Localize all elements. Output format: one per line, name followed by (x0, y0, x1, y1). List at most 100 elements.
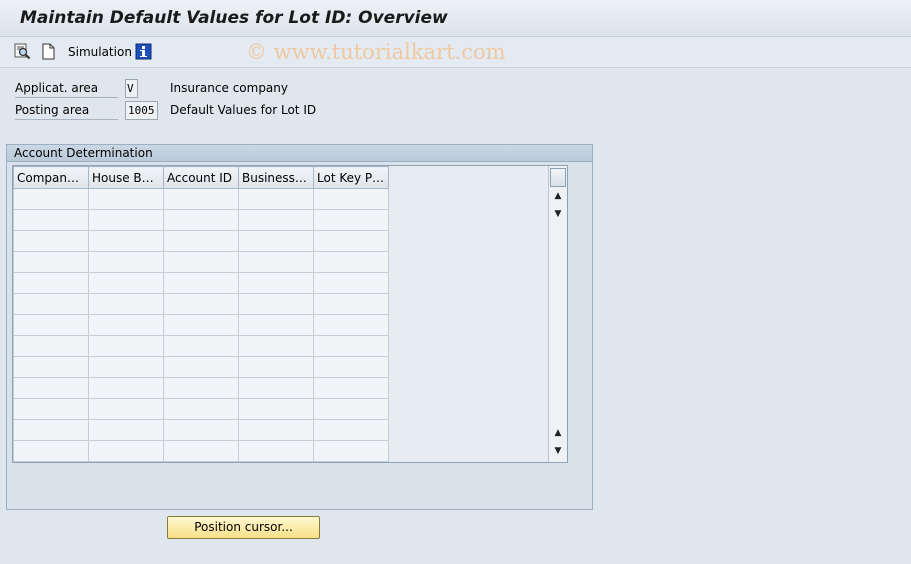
table-cell[interactable] (313, 356, 389, 378)
table-cell[interactable] (238, 209, 314, 231)
table-cell[interactable] (313, 230, 389, 252)
column-header[interactable]: House Bank (88, 166, 164, 189)
table-cell[interactable] (163, 272, 239, 294)
table-cell[interactable] (313, 440, 389, 462)
table-cell[interactable] (88, 293, 164, 315)
scroll-top-button[interactable] (550, 168, 566, 187)
table-cell[interactable] (88, 440, 164, 462)
scroll-up-arrow-icon[interactable]: ▲ (551, 190, 565, 203)
table-cell[interactable] (313, 188, 389, 210)
table-cell[interactable] (13, 398, 89, 420)
table-cell[interactable] (163, 419, 239, 441)
table-row[interactable] (13, 335, 389, 357)
table-cell[interactable] (13, 377, 89, 399)
table-cell[interactable] (13, 272, 89, 294)
table-cell[interactable] (238, 314, 314, 336)
table-cell[interactable] (238, 272, 314, 294)
table-row[interactable] (13, 377, 389, 399)
column-header[interactable]: Business T... (238, 166, 314, 189)
table-cell[interactable] (88, 230, 164, 252)
table-cell[interactable] (313, 335, 389, 357)
table-cell[interactable] (163, 314, 239, 336)
table-row[interactable] (13, 251, 389, 273)
table-row[interactable] (13, 188, 389, 210)
position-cursor-button[interactable]: Position cursor... (167, 516, 320, 539)
applicat-area-input[interactable]: V (125, 79, 138, 98)
simulation-button[interactable]: Simulation (68, 45, 132, 59)
table-cell[interactable] (163, 230, 239, 252)
posting-area-label: Posting area (15, 103, 118, 120)
table-cell[interactable] (238, 230, 314, 252)
column-header[interactable]: Account ID (163, 166, 239, 189)
table-cell[interactable] (238, 377, 314, 399)
table-row[interactable] (13, 419, 389, 441)
vertical-scrollbar[interactable]: ▲ ▼ ▲ ▼ (548, 166, 567, 462)
find-icon[interactable] (14, 43, 31, 60)
posting-area-input[interactable]: 1005 (125, 101, 158, 120)
table-cell[interactable] (163, 377, 239, 399)
table-cell[interactable] (163, 356, 239, 378)
table-cell[interactable] (238, 335, 314, 357)
table-cell[interactable] (88, 335, 164, 357)
table-cell[interactable] (13, 230, 89, 252)
table-cell[interactable] (13, 251, 89, 273)
new-document-icon[interactable] (40, 43, 57, 60)
table-cell[interactable] (163, 188, 239, 210)
table-cell[interactable] (313, 314, 389, 336)
table-row[interactable] (13, 398, 389, 420)
table-cell[interactable] (163, 293, 239, 315)
table-cell[interactable] (238, 251, 314, 273)
table-cell[interactable] (13, 293, 89, 315)
table-row[interactable] (13, 293, 389, 315)
table-cell[interactable] (313, 377, 389, 399)
table-cell[interactable] (13, 440, 89, 462)
table-row[interactable] (13, 314, 389, 336)
table-cell[interactable] (238, 440, 314, 462)
table-cell[interactable] (163, 209, 239, 231)
table-cell[interactable] (13, 314, 89, 336)
table-cell[interactable] (313, 398, 389, 420)
table-cell[interactable] (88, 209, 164, 231)
table-row[interactable] (13, 356, 389, 378)
table-cell[interactable] (13, 419, 89, 441)
table-row[interactable] (13, 440, 389, 462)
table-cell[interactable] (313, 272, 389, 294)
table-cell[interactable] (13, 209, 89, 231)
table-cell[interactable] (88, 188, 164, 210)
table-row[interactable] (13, 272, 389, 294)
table-row[interactable] (13, 230, 389, 252)
table-cell[interactable] (238, 398, 314, 420)
table-cell[interactable] (88, 314, 164, 336)
table-cell[interactable] (13, 188, 89, 210)
table-cell[interactable] (313, 419, 389, 441)
table-row[interactable] (13, 209, 389, 231)
table-cell[interactable] (163, 251, 239, 273)
table-cell[interactable] (163, 440, 239, 462)
table-cell[interactable] (163, 335, 239, 357)
posting-area-description: Default Values for Lot ID (170, 103, 317, 117)
table-cell[interactable] (313, 293, 389, 315)
table-cell[interactable] (163, 398, 239, 420)
scroll-page-down-arrow-icon[interactable]: ▼ (551, 445, 565, 458)
table-cell[interactable] (238, 188, 314, 210)
scroll-down-arrow-icon[interactable]: ▼ (551, 208, 565, 221)
info-icon[interactable] (135, 43, 152, 60)
table-cell[interactable] (313, 209, 389, 231)
table-cell[interactable] (88, 272, 164, 294)
table-cell[interactable] (88, 419, 164, 441)
table-cell[interactable] (238, 356, 314, 378)
table-cell[interactable] (88, 377, 164, 399)
table-cell[interactable] (313, 251, 389, 273)
table-cell[interactable] (88, 251, 164, 273)
table-cell[interactable] (13, 356, 89, 378)
table-cell[interactable] (13, 335, 89, 357)
title-bar: Maintain Default Values for Lot ID: Over… (0, 0, 911, 37)
table-cell[interactable] (88, 356, 164, 378)
scroll-page-up-arrow-icon[interactable]: ▲ (551, 427, 565, 440)
table-cell[interactable] (238, 293, 314, 315)
column-header[interactable]: Lot Key Pr... (313, 166, 389, 189)
page-title: Maintain Default Values for Lot ID: Over… (20, 8, 448, 28)
table-cell[interactable] (238, 419, 314, 441)
column-header[interactable]: Company ... (13, 166, 89, 189)
table-cell[interactable] (88, 398, 164, 420)
